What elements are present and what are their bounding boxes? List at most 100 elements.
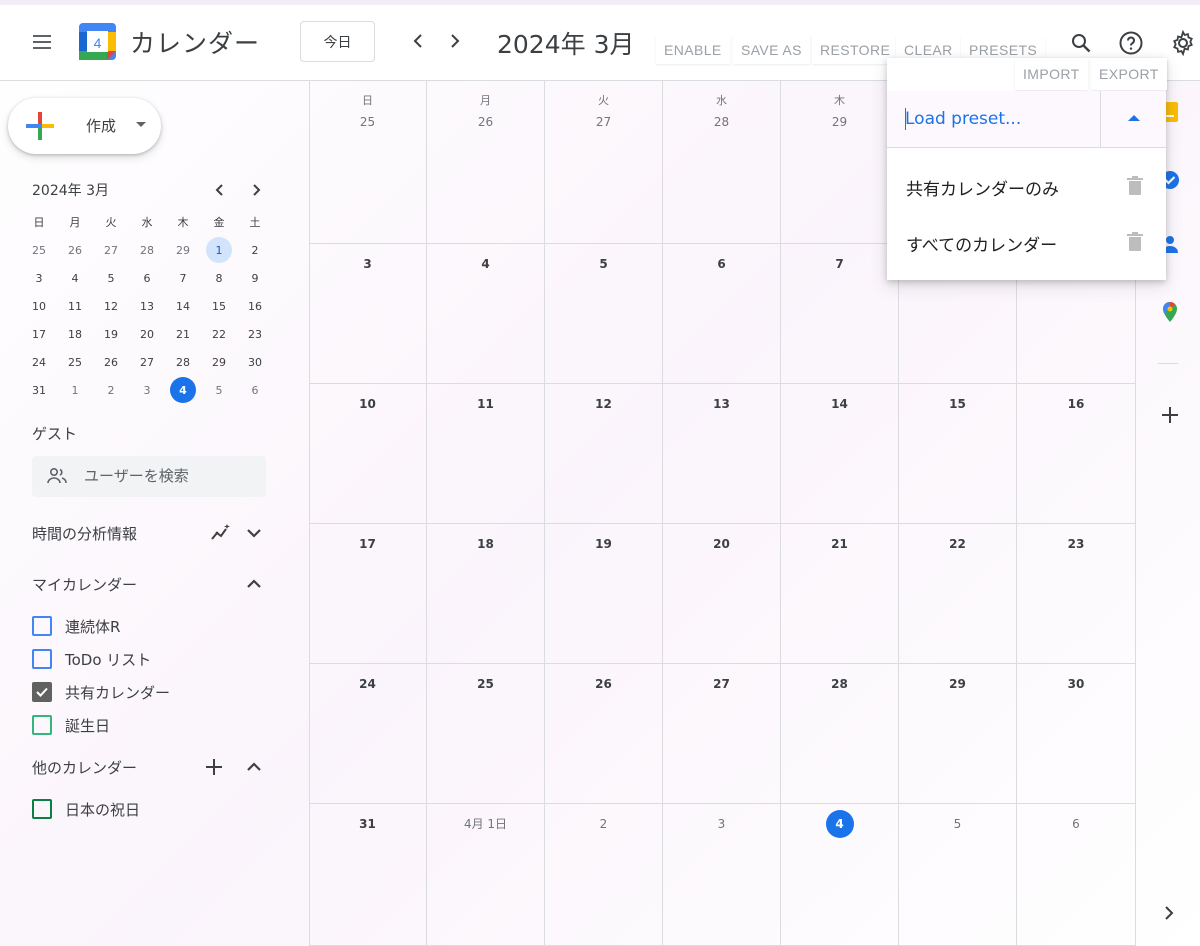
day-number[interactable]: 24 bbox=[309, 672, 426, 696]
guest-search-input[interactable] bbox=[84, 467, 254, 485]
maps-icon[interactable] bbox=[1158, 300, 1182, 324]
day-number[interactable]: 11 bbox=[427, 392, 544, 416]
calendar-list-item[interactable]: 日本の祝日 bbox=[32, 797, 140, 821]
mini-calendar-day[interactable]: 21 bbox=[165, 320, 201, 348]
day-number[interactable]: 17 bbox=[309, 532, 426, 556]
day-number[interactable]: 23 bbox=[1017, 532, 1135, 556]
day-number[interactable]: 4月 1日 bbox=[427, 812, 544, 836]
add-addon-icon[interactable] bbox=[1158, 403, 1182, 427]
day-number[interactable]: 15 bbox=[899, 392, 1016, 416]
day-cell[interactable]: 30 bbox=[1017, 664, 1136, 804]
chevron-up-icon[interactable] bbox=[242, 755, 266, 779]
mini-calendar-day[interactable]: 25 bbox=[21, 236, 57, 264]
search-icon[interactable] bbox=[1064, 26, 1098, 60]
mini-calendar-day[interactable]: 7 bbox=[165, 264, 201, 292]
chevron-right-icon[interactable] bbox=[1158, 902, 1180, 924]
day-number[interactable]: 19 bbox=[545, 532, 662, 556]
day-number[interactable]: 26 bbox=[545, 672, 662, 696]
day-number[interactable]: 7 bbox=[781, 252, 898, 276]
day-number[interactable]: 25 bbox=[427, 672, 544, 696]
mini-calendar-day[interactable]: 27 bbox=[93, 236, 129, 264]
mini-calendar-day[interactable]: 2 bbox=[93, 376, 129, 404]
day-cell[interactable]: 6 bbox=[1017, 804, 1136, 946]
mini-calendar-day[interactable]: 11 bbox=[57, 292, 93, 320]
help-icon[interactable] bbox=[1114, 26, 1148, 60]
mini-calendar-day[interactable]: 1 bbox=[57, 376, 93, 404]
calendar-list-item[interactable]: 共有カレンダー bbox=[32, 680, 170, 704]
mini-calendar-day[interactable]: 29 bbox=[165, 236, 201, 264]
prev-month-button[interactable] bbox=[403, 26, 433, 56]
mini-calendar-day[interactable]: 23 bbox=[237, 320, 273, 348]
mini-calendar-day[interactable]: 5 bbox=[201, 376, 237, 404]
day-number[interactable]: 29 bbox=[781, 110, 898, 134]
day-number[interactable]: 18 bbox=[427, 532, 544, 556]
day-number[interactable]: 4 bbox=[427, 252, 544, 276]
mini-calendar-day[interactable]: 5 bbox=[93, 264, 129, 292]
mini-calendar-day[interactable]: 29 bbox=[201, 348, 237, 376]
mini-calendar-day[interactable]: 10 bbox=[21, 292, 57, 320]
day-cell[interactable]: 月 26 bbox=[427, 80, 545, 244]
day-number[interactable]: 28 bbox=[781, 672, 898, 696]
mini-prev-month-button[interactable] bbox=[208, 178, 232, 202]
day-number[interactable]: 12 bbox=[545, 392, 662, 416]
day-cell[interactable]: 18 bbox=[427, 524, 545, 664]
chevron-up-icon[interactable] bbox=[242, 572, 266, 596]
day-number[interactable]: 10 bbox=[309, 392, 426, 416]
mini-calendar-day[interactable]: 4 bbox=[57, 264, 93, 292]
calendar-list-item[interactable]: 連続体R bbox=[32, 614, 120, 638]
mini-calendar-day[interactable]: 6 bbox=[237, 376, 273, 404]
day-number[interactable]: 3 bbox=[309, 252, 426, 276]
mini-calendar-day[interactable]: 18 bbox=[57, 320, 93, 348]
calendar-checkbox[interactable] bbox=[32, 616, 52, 636]
day-cell[interactable]: 13 bbox=[663, 384, 781, 524]
mini-calendar-day[interactable]: 28 bbox=[129, 236, 165, 264]
day-number[interactable]: 16 bbox=[1017, 392, 1135, 416]
day-number[interactable]: 27 bbox=[545, 110, 662, 134]
mini-calendar-day[interactable]: 3 bbox=[129, 376, 165, 404]
today-button[interactable]: 今日 bbox=[300, 21, 375, 62]
day-cell[interactable]: 23 bbox=[1017, 524, 1136, 664]
gear-icon[interactable] bbox=[1166, 26, 1200, 60]
day-cell[interactable]: 27 bbox=[663, 664, 781, 804]
mini-calendar-day[interactable]: 13 bbox=[129, 292, 165, 320]
day-number[interactable]: 21 bbox=[781, 532, 898, 556]
day-cell[interactable]: 25 bbox=[427, 664, 545, 804]
mini-calendar-day[interactable]: 27 bbox=[129, 348, 165, 376]
mini-calendar-day[interactable]: 14 bbox=[165, 292, 201, 320]
mini-calendar-day[interactable]: 22 bbox=[201, 320, 237, 348]
day-cell[interactable]: 木 29 bbox=[781, 80, 899, 244]
day-cell[interactable]: 22 bbox=[899, 524, 1017, 664]
enable-button[interactable]: ENABLE bbox=[656, 36, 730, 64]
calendar-checkbox[interactable] bbox=[32, 682, 52, 702]
mini-next-month-button[interactable] bbox=[244, 178, 268, 202]
arrow-up-icon[interactable] bbox=[1128, 115, 1140, 121]
mini-calendar-day[interactable]: 19 bbox=[93, 320, 129, 348]
mini-calendar-day[interactable]: 26 bbox=[57, 236, 93, 264]
save-as-button[interactable]: SAVE AS bbox=[733, 36, 810, 64]
chevron-down-icon[interactable] bbox=[242, 521, 266, 545]
day-cell[interactable]: 19 bbox=[545, 524, 663, 664]
day-number[interactable]: 6 bbox=[663, 252, 780, 276]
trash-icon[interactable] bbox=[1123, 230, 1147, 254]
day-number[interactable]: 5 bbox=[545, 252, 662, 276]
day-number[interactable]: 25 bbox=[309, 110, 426, 134]
day-number[interactable]: 4 bbox=[781, 810, 898, 838]
create-button[interactable]: 作成 bbox=[8, 98, 161, 154]
day-cell[interactable]: 日 25 bbox=[309, 80, 427, 244]
time-insights-title[interactable]: 時間の分析情報 bbox=[32, 523, 137, 544]
day-cell[interactable]: 24 bbox=[309, 664, 427, 804]
day-number[interactable]: 13 bbox=[663, 392, 780, 416]
mini-calendar-day[interactable]: 20 bbox=[129, 320, 165, 348]
calendar-checkbox[interactable] bbox=[32, 799, 52, 819]
import-button[interactable]: IMPORT bbox=[1015, 58, 1088, 90]
load-preset-select[interactable]: Load preset... bbox=[887, 91, 1166, 148]
day-cell[interactable]: 14 bbox=[781, 384, 899, 524]
mini-calendar-day[interactable]: 6 bbox=[129, 264, 165, 292]
mini-calendar-day[interactable]: 30 bbox=[237, 348, 273, 376]
guest-search-box[interactable] bbox=[32, 456, 266, 497]
day-cell[interactable]: 31 bbox=[309, 804, 427, 946]
mini-calendar-day[interactable]: 26 bbox=[93, 348, 129, 376]
day-cell[interactable]: 28 bbox=[781, 664, 899, 804]
mini-calendar-day[interactable]: 1 bbox=[201, 236, 237, 264]
day-cell[interactable]: 4月 1日 bbox=[427, 804, 545, 946]
